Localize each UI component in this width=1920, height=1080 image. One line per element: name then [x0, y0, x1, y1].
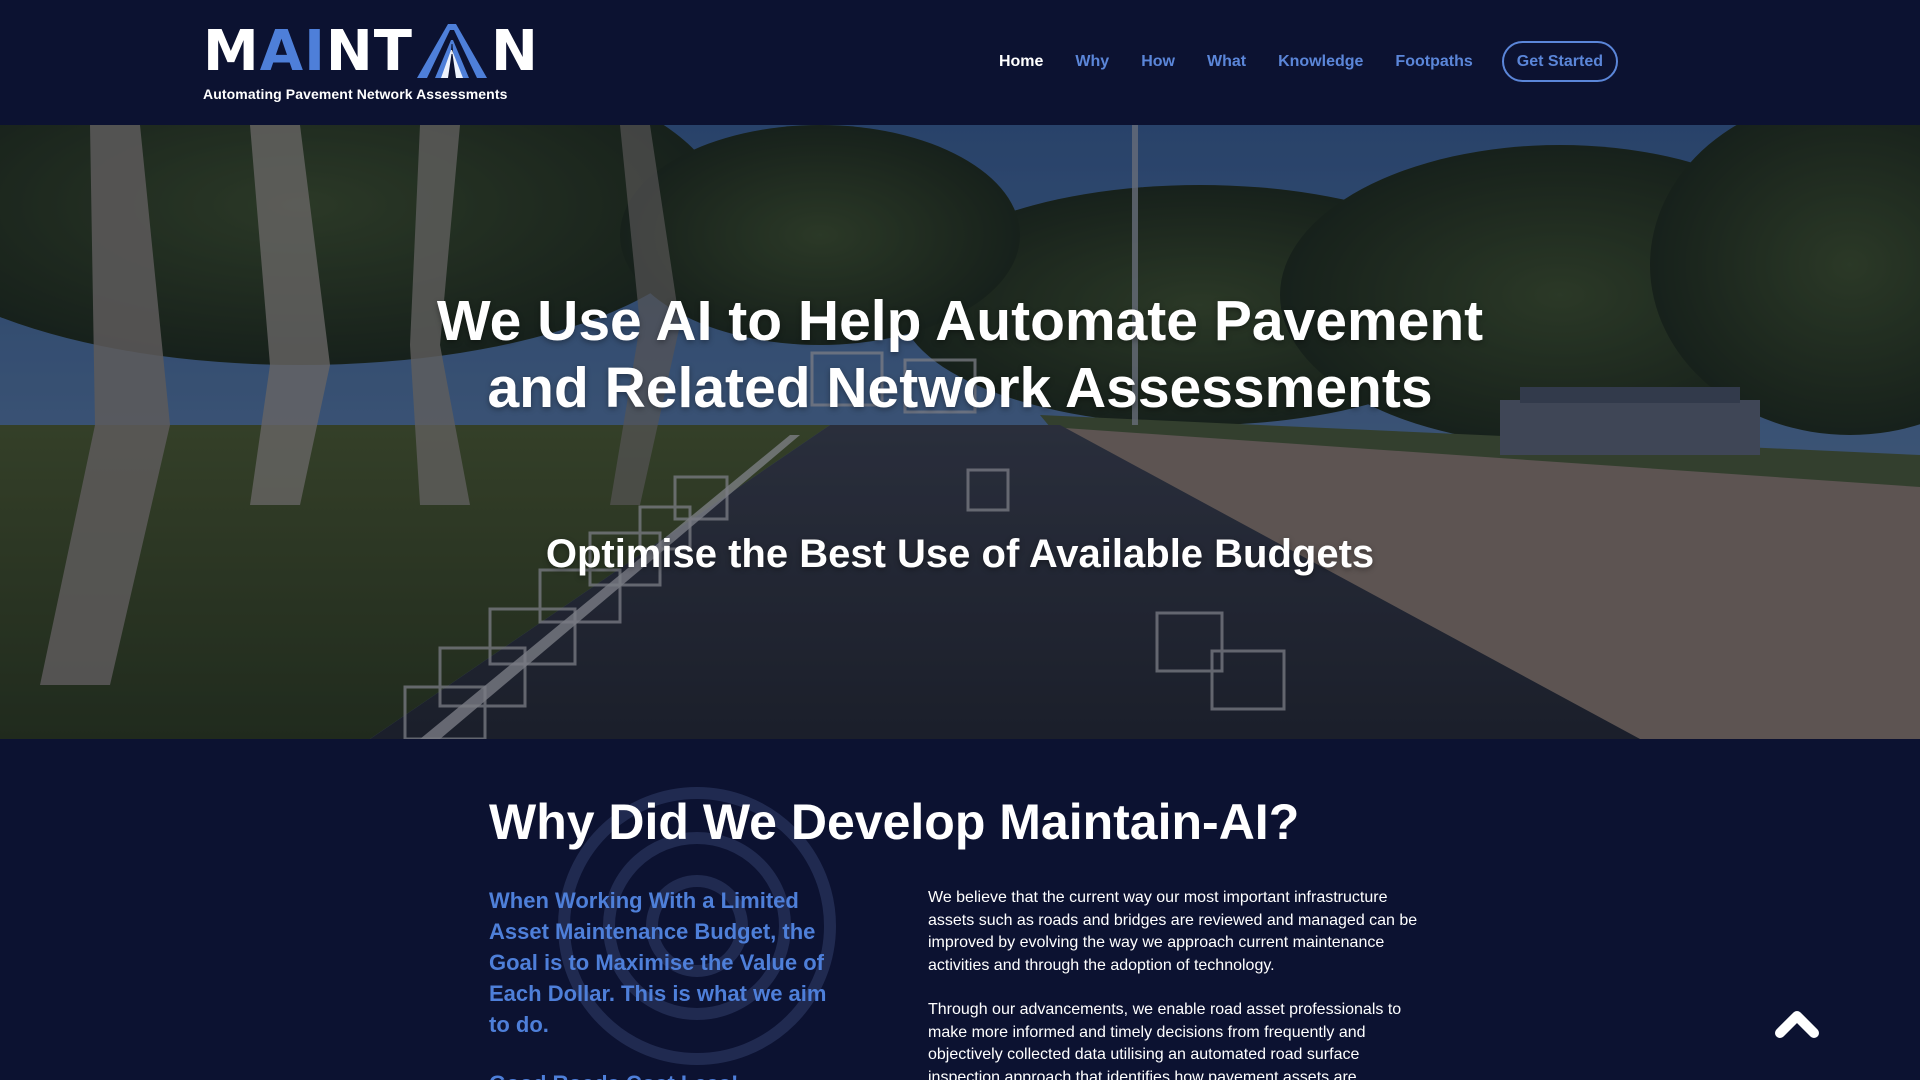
- why-body: We believe that the current way our most…: [928, 887, 1418, 1080]
- why-lead-next: Good Roads Cost Less!: [489, 1068, 839, 1080]
- why-lead-text: When Working With a Limited Asset Mainte…: [489, 888, 827, 1037]
- logo-letter-n: N: [491, 19, 539, 84]
- maintain-ai-logo[interactable]: MAINT N Automating Pavement Network Asse…: [203, 24, 538, 104]
- nav-knowledge[interactable]: Knowledge: [1278, 42, 1363, 82]
- logo-road-icon: [417, 24, 487, 78]
- logo-tagline: Automating Pavement Network Assessments: [203, 86, 508, 102]
- hero-title-line2: and Related Network Assessments: [487, 356, 1433, 420]
- why-section: Why Did We Develop Maintain-AI? When Wor…: [0, 739, 1920, 1080]
- why-paragraph-1: We believe that the current way our most…: [928, 889, 1418, 974]
- logo-letters-ai: AI: [259, 19, 326, 84]
- why-heading: Why Did We Develop Maintain-AI?: [489, 794, 1300, 850]
- get-started-button[interactable]: Get Started: [1501, 41, 1618, 82]
- nav-how[interactable]: How: [1141, 42, 1175, 82]
- logo-letter-m: M: [203, 19, 260, 84]
- why-paragraph-2: Through our advancements, we enable road…: [928, 1001, 1402, 1080]
- hero-road-image: [0, 125, 1920, 739]
- hero-subtitle: Optimise the Best Use of Available Budge…: [545, 532, 1375, 576]
- nav-why[interactable]: Why: [1075, 42, 1109, 82]
- hero-title-line1: We Use AI to Help Automate Pavement: [436, 289, 1484, 353]
- logo-wordmark: MAINT N: [203, 24, 539, 80]
- main-nav: Home Why How What Knowledge Footpaths Ge…: [967, 41, 1618, 82]
- nav-footpaths[interactable]: Footpaths: [1395, 42, 1472, 82]
- nav-home[interactable]: Home: [999, 42, 1043, 82]
- logo-letters-nt: NT: [325, 19, 413, 84]
- nav-what[interactable]: What: [1207, 42, 1246, 82]
- hero-banner: We Use AI to Help Automate Pavement and …: [0, 125, 1920, 739]
- site-header: MAINT N Automating Pavement Network Asse…: [0, 0, 1920, 125]
- hero-title: We Use AI to Help Automate Pavement and …: [0, 288, 1920, 422]
- chevron-up-icon[interactable]: [1774, 1007, 1820, 1039]
